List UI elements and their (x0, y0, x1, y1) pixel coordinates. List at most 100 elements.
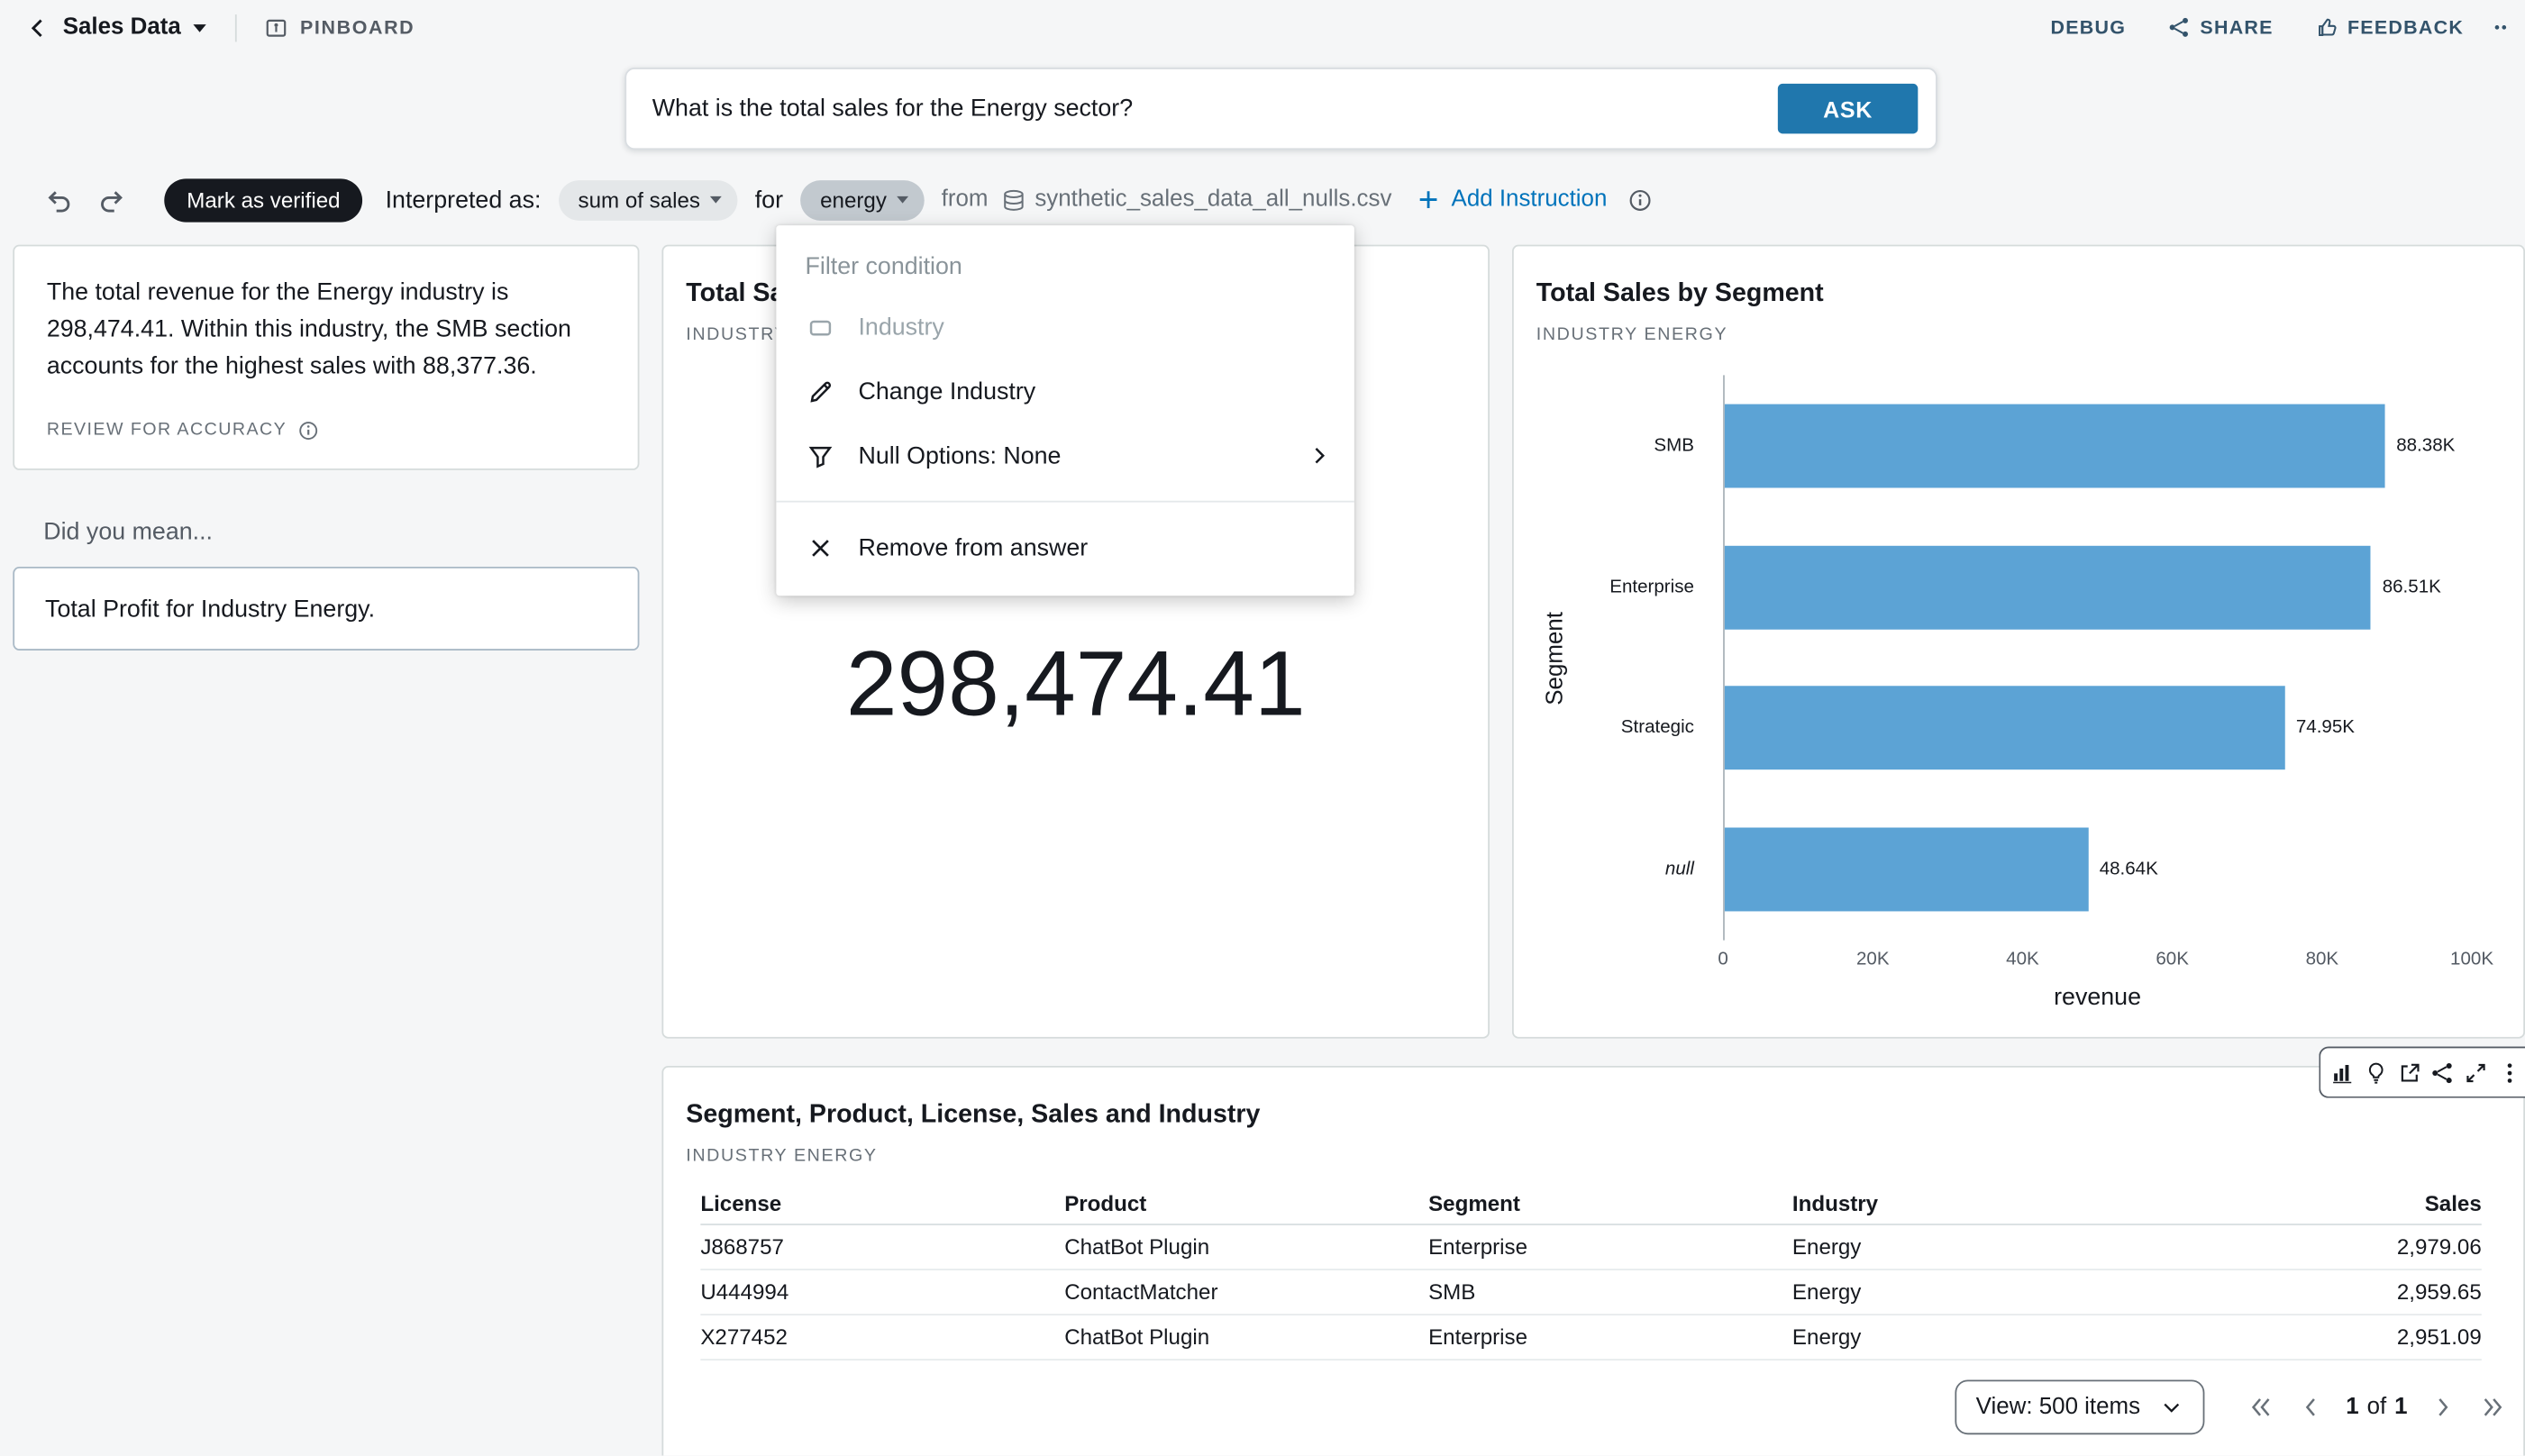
funnel-icon (806, 442, 834, 469)
share-label: SHARE (2200, 16, 2273, 39)
bar-enterprise[interactable] (1725, 545, 2371, 629)
table-cell: 2,959.65 (2156, 1280, 2482, 1305)
menu-item-remove-from-answer[interactable]: Remove from answer (776, 515, 1354, 579)
question-input[interactable] (652, 95, 1778, 122)
bar-smb[interactable] (1725, 404, 2385, 487)
export-icon[interactable] (2393, 1051, 2426, 1093)
column-header[interactable]: License (700, 1191, 1064, 1215)
page-of-label: of (2367, 1395, 2387, 1421)
category-label: Strategic (1514, 658, 1709, 799)
table-cell: ChatBot Plugin (1064, 1325, 1428, 1350)
table-row[interactable]: U444994 ContactMatcher SMB Energy 2,959.… (700, 1270, 2481, 1315)
bar-value-label: 86.51K (2383, 578, 2441, 596)
visual-toolbar (2319, 1047, 2525, 1098)
first-page-icon[interactable] (2246, 1393, 2274, 1422)
debug-label: DEBUG (2050, 16, 2126, 39)
page-indicator: 1 of 1 (2346, 1395, 2407, 1421)
table-row[interactable]: X277452 ChatBot Plugin Enterprise Energy… (700, 1315, 2481, 1360)
bar-row: 86.51K (1725, 516, 2472, 658)
chevron-left-icon (26, 17, 47, 38)
share-icon[interactable] (2426, 1051, 2459, 1093)
menu-item-change-industry[interactable]: Change Industry (776, 359, 1354, 423)
expand-icon[interactable] (2459, 1051, 2493, 1093)
table-cell: Energy (1792, 1235, 2156, 1260)
for-label: for (755, 186, 783, 213)
bar-row: 74.95K (1725, 658, 2472, 799)
share-button[interactable]: SHARE (2168, 16, 2274, 39)
column-header[interactable]: Product (1064, 1191, 1428, 1215)
x-tick: 100K (2450, 950, 2493, 969)
x-tick: 60K (2156, 950, 2189, 969)
metric-token-pill[interactable]: sum of sales (559, 179, 737, 220)
info-icon[interactable] (298, 420, 319, 441)
category-label: null (1514, 799, 1709, 941)
column-header[interactable]: Industry (1792, 1191, 2156, 1215)
chart-x-axis-ticks: 0 20K 40K 60K 80K 100K (1723, 950, 2472, 974)
chevron-down-icon[interactable] (192, 22, 208, 33)
dataset-name[interactable]: Sales Data (63, 14, 181, 41)
bar-strategic[interactable] (1725, 687, 2284, 770)
question-bar: ASK (624, 68, 1937, 150)
view-items-label: View: 500 items (1976, 1395, 2140, 1421)
feedback-button[interactable]: FEEDBACK (2315, 16, 2464, 39)
table-cell: Enterprise (1428, 1235, 1792, 1260)
undo-button[interactable] (39, 180, 77, 219)
menu-header: Filter condition (776, 237, 1354, 295)
table-cell: SMB (1428, 1280, 1792, 1305)
bar-null[interactable] (1725, 828, 2088, 912)
divider (236, 14, 238, 41)
menu-item-null-options[interactable]: Null Options: None (776, 423, 1354, 487)
app-window: Sales Data PINBOARD DEBUG SHARE FEEDBACK… (0, 0, 2525, 1455)
category-label: Enterprise (1514, 516, 1709, 658)
table-cell: Energy (1792, 1280, 2156, 1305)
filter-token-label: energy (820, 187, 887, 212)
bar-row: 48.64K (1725, 799, 2472, 941)
ask-button[interactable]: ASK (1778, 84, 1918, 133)
current-page: 1 (2346, 1395, 2358, 1421)
back-button[interactable] (16, 6, 58, 48)
field-icon (806, 314, 834, 341)
review-for-accuracy-label: REVIEW FOR ACCURACY (47, 412, 287, 449)
chart-category-labels: SMB Enterprise Strategic null (1514, 375, 1709, 940)
x-tick: 0 (1718, 950, 1727, 969)
redo-button[interactable] (92, 180, 131, 219)
chart-type-icon[interactable] (2325, 1051, 2358, 1093)
filter-token-pill[interactable]: energy (801, 179, 924, 220)
add-instruction-label: Add Instruction (1452, 187, 1608, 213)
pencil-icon (806, 378, 834, 405)
last-page-icon[interactable] (2478, 1393, 2507, 1422)
table-cell: 2,979.06 (2156, 1235, 2482, 1260)
chevron-right-icon (1308, 444, 1330, 467)
table-row[interactable]: J868757 ChatBot Plugin Enterprise Energy… (700, 1225, 2481, 1270)
previous-page-icon[interactable] (2296, 1393, 2325, 1422)
debug-button[interactable]: DEBUG (2050, 16, 2126, 39)
filter-context-menu: Filter condition Industry Change Industr… (776, 225, 1354, 596)
add-instruction-button[interactable]: Add Instruction (1417, 187, 1607, 213)
pinboard-button[interactable]: PINBOARD (265, 15, 415, 40)
info-icon[interactable] (1628, 187, 1653, 212)
total-pages: 1 (2394, 1395, 2407, 1421)
chart-plot-area: 88.38K 86.51K 74.95K 48.64K (1723, 375, 2472, 940)
did-you-mean-suggestion[interactable]: Total Profit for Industry Energy. (13, 567, 639, 651)
mark-as-verified-button[interactable]: Mark as verified (164, 177, 362, 221)
dataset-icon (1001, 187, 1025, 212)
chevron-down-icon (2159, 1395, 2183, 1419)
table-cell: ChatBot Plugin (1064, 1235, 1428, 1260)
data-table: License Product Segment Industry Sales J… (700, 1183, 2481, 1360)
next-page-icon[interactable] (2429, 1393, 2457, 1422)
table-cell: Energy (1792, 1325, 2156, 1350)
column-header[interactable]: Segment (1428, 1191, 1792, 1215)
menu-item-label: Null Options: None (858, 442, 1061, 469)
more-edge-icon[interactable] (2493, 16, 2509, 39)
column-header[interactable]: Sales (2156, 1191, 2482, 1215)
source-file-name[interactable]: synthetic_sales_data_all_nulls.csv (1035, 187, 1391, 213)
view-items-select[interactable]: View: 500 items (1955, 1379, 2204, 1434)
table-header-row: License Product Segment Industry Sales (700, 1183, 2481, 1224)
table-cell: X277452 (700, 1325, 1064, 1350)
more-icon[interactable] (2493, 1051, 2525, 1093)
category-label: SMB (1514, 375, 1709, 516)
insight-icon[interactable] (2359, 1051, 2393, 1093)
summary-text: The total revenue for the Energy industr… (47, 274, 606, 385)
interpreted-as-label: Interpreted as: (386, 186, 542, 213)
x-tick: 40K (2006, 950, 2039, 969)
